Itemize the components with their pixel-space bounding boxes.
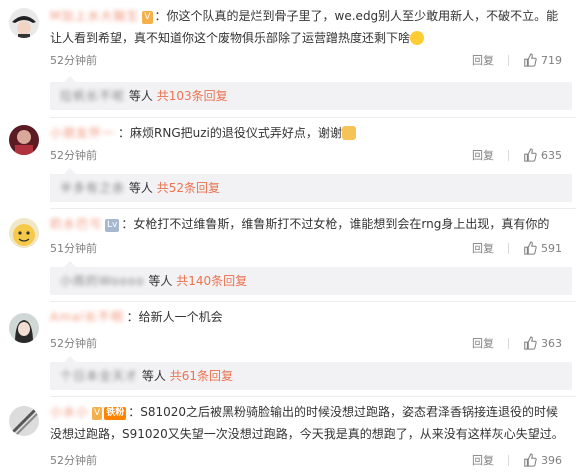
smile-emoji-icon [410,31,425,45]
divider [50,208,576,209]
more-replies-link[interactable]: 共140条回复 [176,274,247,288]
divider [508,242,509,254]
comment-body: 小朋友怀一 ：麻烦RNG把uzi的退役仪式弄好点，谢谢 [50,122,568,144]
vip-badge: V [92,407,103,420]
like-count: 363 [541,336,562,350]
avatar[interactable] [9,406,39,436]
fan-badge: 铁粉 [104,407,127,420]
avatar[interactable] [9,218,39,248]
avatar[interactable] [9,8,39,38]
pray-emoji-icon [341,126,356,140]
reply-user: 小雨的Woooo [60,274,145,288]
comment-meta: 52分钟前 回复 719 [50,52,568,70]
divider [508,454,509,466]
vip-badge: V [142,11,153,24]
divider [50,396,576,397]
reply-tail: 等人 [128,181,153,195]
avatar[interactable] [9,125,39,155]
reply-button[interactable]: 回复 [472,240,494,256]
reply-button[interactable]: 回复 [472,52,494,68]
comment-time: 52分钟前 [50,54,97,67]
comment-body: 小水小 V 铁粉 ：S81020之后被黑粉骑脸输出的时候没想过跑路，姿态君泽香锅接连退… [50,405,564,441]
reply-tail: 等人 [148,274,173,288]
more-replies-link[interactable]: 共61条回复 [170,369,233,383]
reply-button[interactable]: 回复 [472,335,494,351]
comment-text: 给新人一个机会 [138,310,223,324]
username[interactable]: M加上水大脑生 [50,9,139,23]
comment-body: Amal长不明 ：给新人一个机会 [50,310,223,324]
divider [508,54,509,66]
comment-meta: 51分钟前 回复 591 [50,240,568,258]
reply-button[interactable]: 回复 [472,147,494,163]
sub-replies-summary[interactable]: 拉帆长不呢 等人 共103条回复 [50,76,572,110]
comment-body: 奶水巴弓 Lv ：女枪打不过维鲁斯，维鲁斯打不过女枪，谁能想到会在rng身上出现，真… [50,217,550,232]
divider [50,301,576,302]
like-count: 635 [541,148,562,162]
reply-user: 个日本全天才 [60,369,139,383]
comment-time: 51分钟前 [50,242,97,255]
sub-replies-summary[interactable]: 小雨的Woooo 等人 共140条回复 [50,261,572,295]
username[interactable]: 小水小 [50,405,89,419]
username[interactable]: Amal长不明 [50,310,124,324]
like-count: 591 [541,241,562,255]
divider [508,149,509,161]
comment-body: M加上水大脑生 V ：你这个队真的是烂到骨子里了，we.edg别人至少敢用新人，不破… [50,9,559,45]
comment-time: 52分钟前 [50,337,97,350]
comment-text: 麻烦RNG把uzi的退役仪式弄好点，谢谢 [130,126,342,140]
comment-time: 52分钟前 [50,454,97,467]
username[interactable]: 小朋友怀一 [50,126,115,140]
thumbs-up-icon[interactable] [523,148,537,162]
divider [508,337,509,349]
avatar[interactable] [9,313,39,343]
thumbs-up-icon[interactable] [523,241,537,255]
comment-time: 52分钟前 [50,149,97,162]
more-replies-link[interactable]: 共52条回复 [157,181,220,195]
sub-replies-summary[interactable]: 个日本全天才 等人 共61条回复 [50,356,572,390]
comment-meta: 52分钟前 回复 635 [50,147,568,165]
thumbs-up-icon[interactable] [523,336,537,350]
reply-tail: 等人 [128,89,153,103]
more-replies-link[interactable]: 共103条回复 [157,89,228,103]
comment-meta: 52分钟前 回复 396 [50,452,568,470]
reply-user: 半多有之余 [60,181,126,195]
level-badge: Lv [105,219,120,232]
like-count: 719 [541,53,562,67]
reply-button[interactable]: 回复 [472,452,494,468]
divider [50,117,576,118]
thumbs-up-icon[interactable] [523,53,537,67]
comment-meta: 52分钟前 回复 363 [50,335,568,353]
username[interactable]: 奶水巴弓 [50,217,102,231]
reply-tail: 等人 [141,369,166,383]
like-count: 396 [541,453,562,467]
comment-text: 女枪打不过维鲁斯，维鲁斯打不过女枪，谁能想到会在rng身上出现，真有你的 [133,217,550,231]
thumbs-up-icon[interactable] [523,453,537,467]
sub-replies-summary[interactable]: 半多有之余 等人 共52条回复 [50,168,572,202]
reply-user: 拉帆长不呢 [60,89,126,103]
